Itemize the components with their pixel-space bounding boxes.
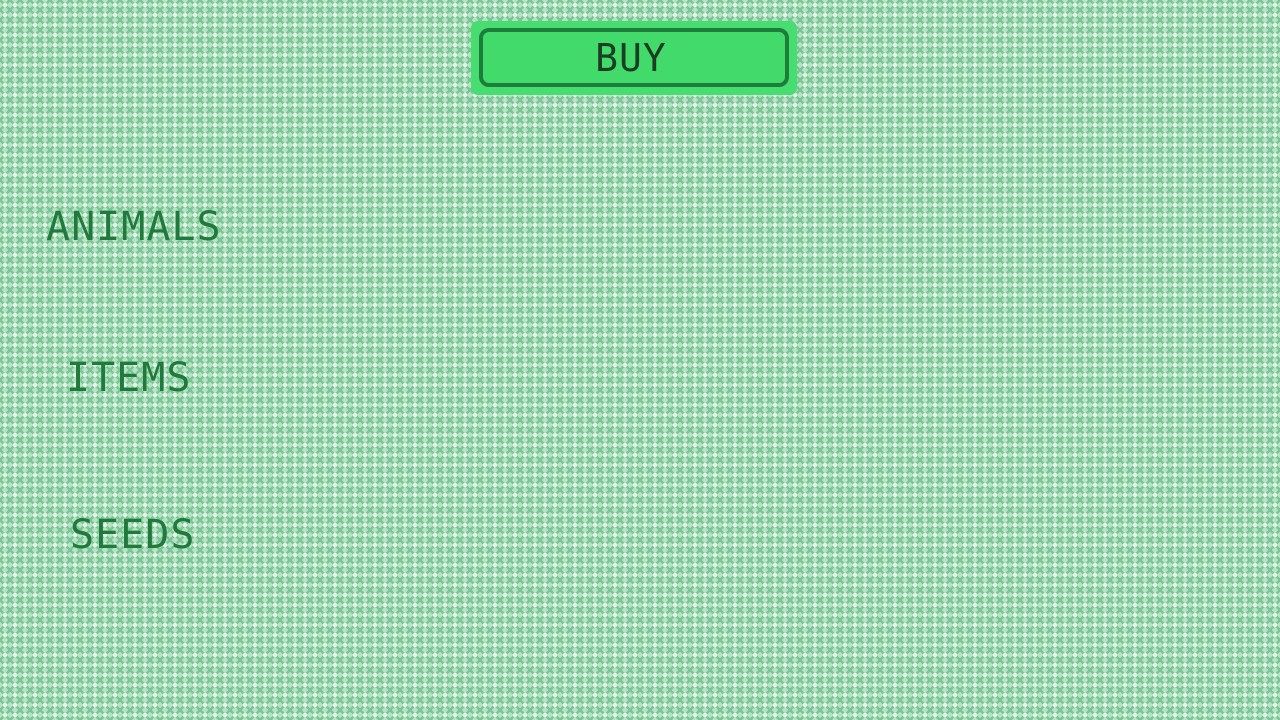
buy-button[interactable]: BUY	[471, 21, 797, 95]
shop-screen: BUY ANIMALS ITEMS SEEDS	[0, 0, 1280, 720]
category-items[interactable]: ITEMS	[66, 358, 191, 398]
category-seeds[interactable]: SEEDS	[70, 515, 195, 555]
buy-button-frame: BUY	[479, 28, 789, 87]
category-animals[interactable]: ANIMALS	[46, 207, 222, 247]
buy-button-label: BUY	[595, 35, 667, 80]
